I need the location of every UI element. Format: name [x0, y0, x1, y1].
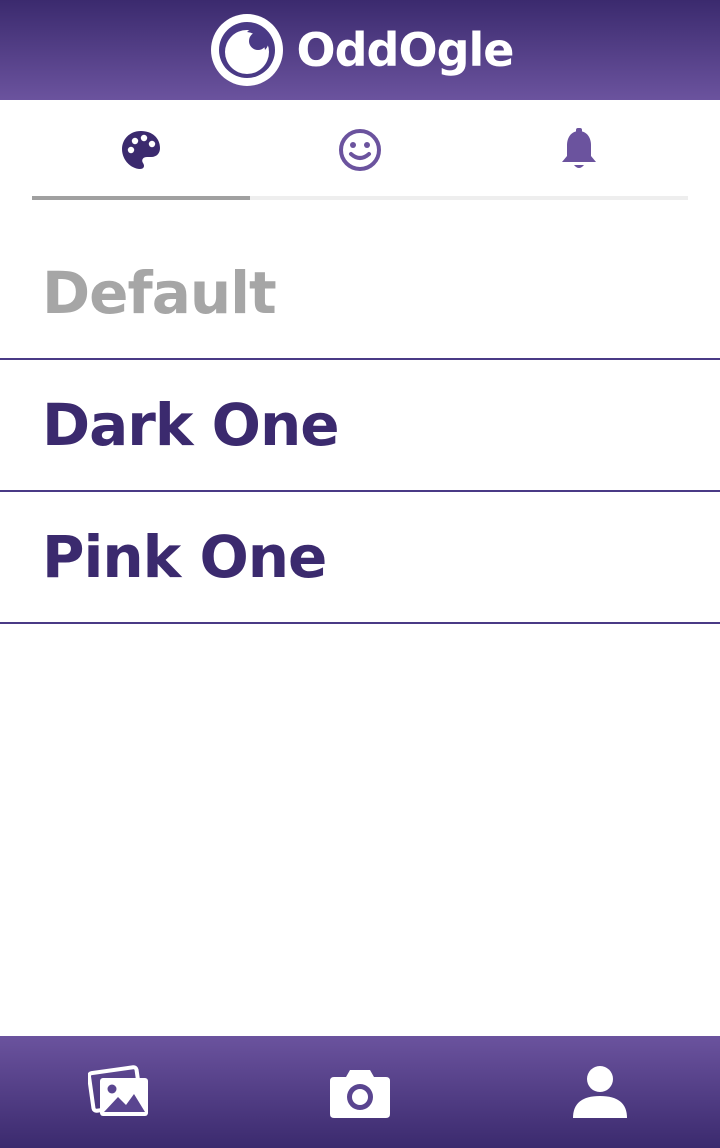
theme-item-default[interactable]: Default [0, 228, 720, 360]
theme-label: Default [42, 259, 277, 327]
app-header: OddOgle [0, 0, 720, 100]
nav-camera-button[interactable] [240, 1036, 480, 1148]
theme-item-pink-one[interactable]: Pink One [0, 492, 720, 624]
oddogle-logo-icon [210, 14, 283, 86]
gallery-icon [88, 1065, 148, 1116]
app-title: OddOgle [296, 23, 515, 77]
active-tab-indicator [32, 196, 250, 200]
theme-item-dark-one[interactable]: Dark One [0, 360, 720, 492]
palette-icon [122, 131, 161, 169]
profile-icon [573, 1066, 627, 1118]
smiley-icon [339, 129, 381, 171]
theme-label: Dark One [42, 391, 340, 459]
theme-list: Default Dark One Pink One [0, 228, 720, 624]
bottom-nav [0, 1036, 720, 1148]
camera-icon [330, 1070, 390, 1118]
settings-tabs [32, 100, 688, 200]
nav-gallery-button[interactable] [0, 1036, 240, 1148]
nav-profile-button[interactable] [480, 1036, 720, 1148]
tab-emoji[interactable] [251, 100, 470, 200]
theme-label: Pink One [42, 523, 327, 591]
bell-icon [561, 128, 596, 168]
tab-notifications[interactable] [469, 100, 688, 200]
brand: OddOgle [207, 10, 514, 90]
tab-themes[interactable] [32, 100, 251, 200]
